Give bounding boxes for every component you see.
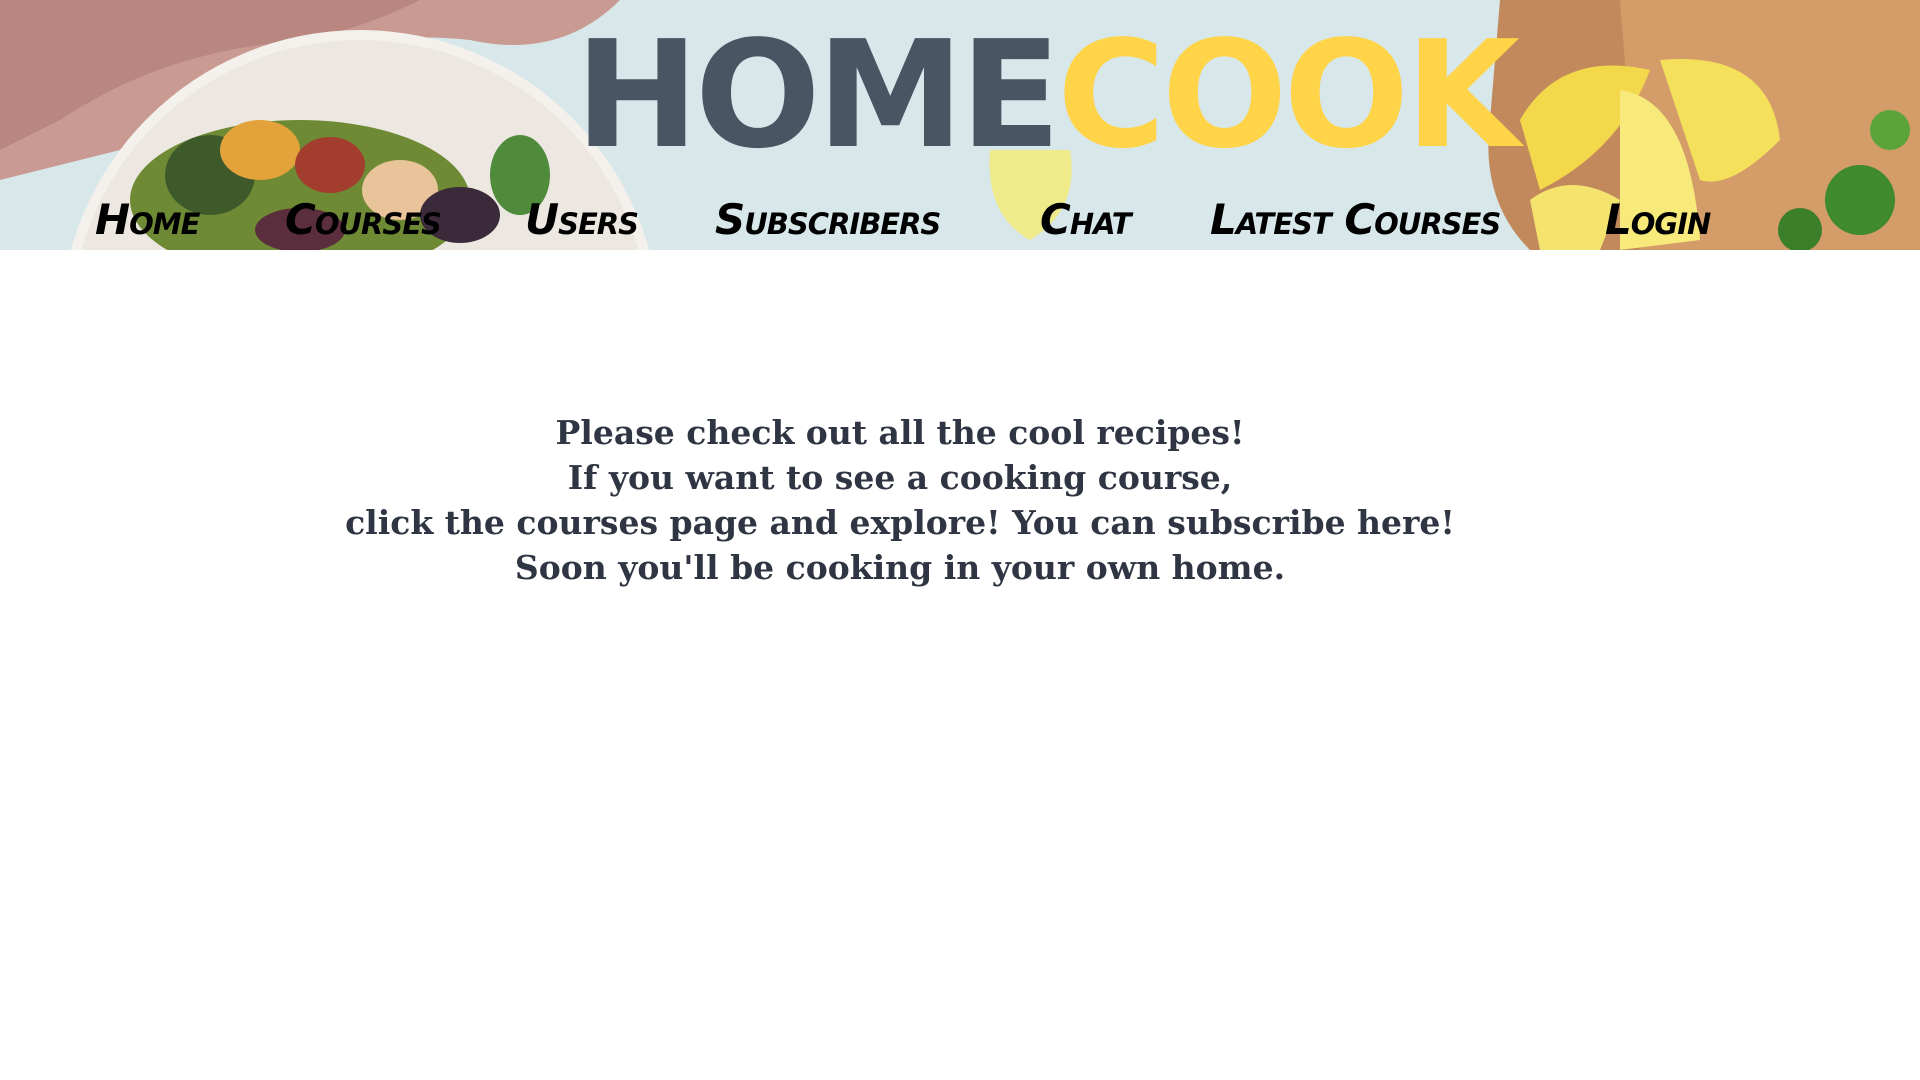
nav-courses[interactable]: Courses bbox=[285, 196, 442, 244]
message-line: click the courses page and explore! You … bbox=[345, 503, 1455, 542]
logo-home-text: HOME bbox=[575, 9, 1061, 181]
nav-chat[interactable]: Chat bbox=[1040, 196, 1132, 244]
message-line: If you want to see a cooking course, bbox=[567, 458, 1233, 497]
nav-users[interactable]: Users bbox=[525, 196, 639, 244]
nav-subscribers[interactable]: Subscribers bbox=[715, 196, 941, 244]
main-nav: Home Courses Users Subscribers Chat Late… bbox=[0, 196, 1920, 250]
site-logo[interactable]: HOMECOOK bbox=[575, 20, 1520, 170]
message-line: Soon you'll be cooking in your own home. bbox=[514, 548, 1286, 587]
nav-home[interactable]: Home bbox=[95, 196, 200, 244]
welcome-message: Please check out all the cool recipes! I… bbox=[300, 410, 1500, 590]
logo-cook-text: COOK bbox=[1057, 9, 1520, 181]
site-header: HOMECOOK Home Courses Users Subscribers … bbox=[0, 0, 1920, 250]
main-content: Please check out all the cool recipes! I… bbox=[0, 250, 1920, 1080]
nav-login[interactable]: Login bbox=[1605, 196, 1711, 244]
message-line: Please check out all the cool recipes! bbox=[555, 413, 1245, 452]
nav-latest-courses[interactable]: Latest Courses bbox=[1210, 196, 1501, 244]
